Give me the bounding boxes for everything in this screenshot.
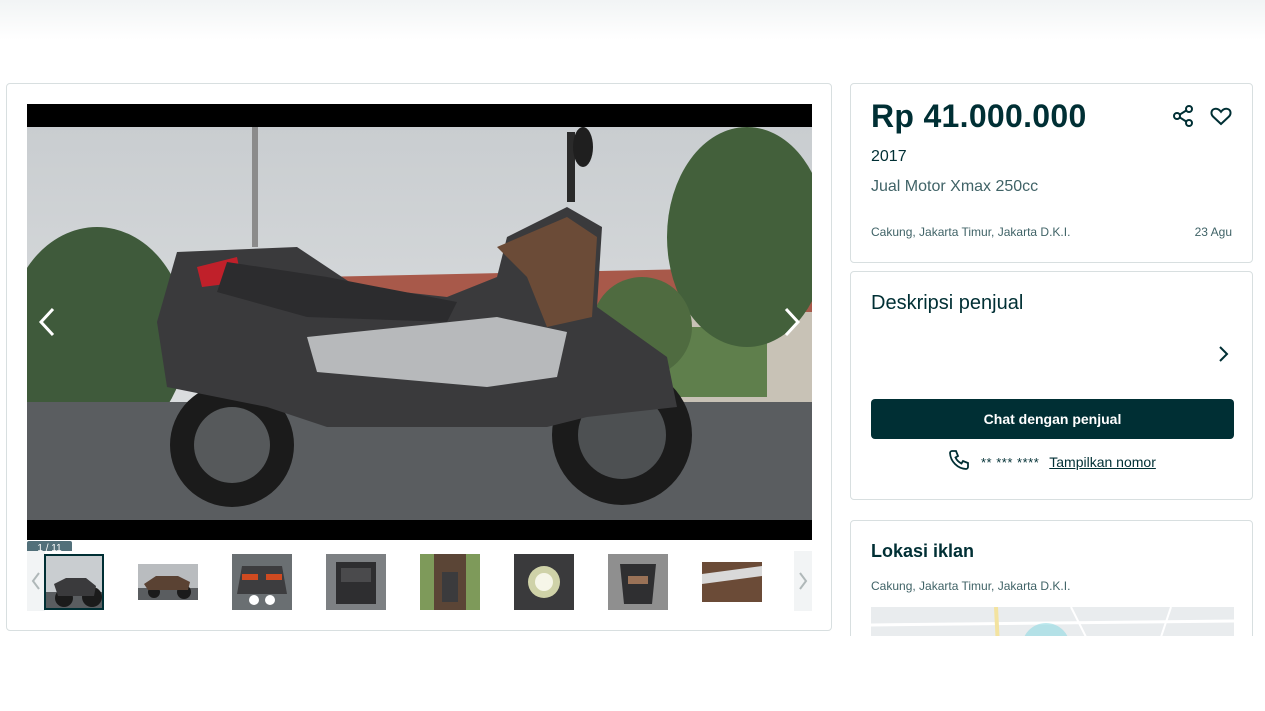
thumbnail-5[interactable]: [420, 554, 480, 610]
image-gallery: 1 / 11: [6, 83, 832, 631]
phone-row: ** *** **** Tampilkan nomor: [947, 448, 1156, 477]
thumbnail-4[interactable]: [326, 554, 386, 610]
thumbnail-prev-icon[interactable]: [27, 551, 45, 611]
share-icon[interactable]: [1171, 104, 1195, 128]
masked-phone-number: ** *** ****: [981, 454, 1040, 470]
chevron-right-icon[interactable]: [1211, 342, 1235, 366]
location-card: Lokasi iklan Cakung, Jakarta Timur, Jaka…: [850, 520, 1253, 650]
seller-card: Deskripsi penjual Chat dengan penjual **…: [850, 271, 1253, 500]
price: Rp 41.000.000: [871, 98, 1087, 134]
thumbnail-strip: [27, 551, 812, 611]
location-heading: Lokasi iklan: [871, 541, 975, 561]
price-card: Rp 41.000.000 2017 Jual Motor Xmax 250cc…: [850, 83, 1253, 263]
listing-title: Jual Motor Xmax 250cc: [871, 178, 1039, 195]
listing-year: 2017: [871, 148, 907, 165]
thumbnail-3[interactable]: [232, 554, 292, 610]
chat-seller-button[interactable]: Chat dengan penjual: [871, 399, 1234, 439]
seller-heading: Deskripsi penjual: [871, 292, 1024, 314]
listing-date: 23 Agu: [1194, 225, 1232, 239]
thumbnail-next-icon[interactable]: [794, 551, 812, 611]
phone-icon: [947, 448, 971, 477]
listing-location: Cakung, Jakarta Timur, Jakarta D.K.I.: [871, 225, 1071, 239]
thumbnail-2[interactable]: [138, 554, 198, 610]
favorite-heart-icon[interactable]: [1209, 104, 1233, 128]
thumbnail-8[interactable]: [702, 554, 762, 610]
next-image-arrow[interactable]: [774, 304, 810, 340]
show-number-link[interactable]: Tampilkan nomor: [1049, 454, 1156, 470]
main-image[interactable]: [27, 104, 812, 540]
thumbnail-7[interactable]: [608, 554, 668, 610]
thumbnail-1[interactable]: [44, 554, 104, 610]
page-bottom: [0, 636, 1265, 711]
previous-image-arrow[interactable]: [29, 304, 65, 340]
location-address: Cakung, Jakarta Timur, Jakarta D.K.I.: [871, 579, 1071, 593]
top-blurred-header: [0, 0, 1265, 40]
thumbnail-6[interactable]: [514, 554, 574, 610]
motorcycle-photo: [27, 127, 812, 520]
